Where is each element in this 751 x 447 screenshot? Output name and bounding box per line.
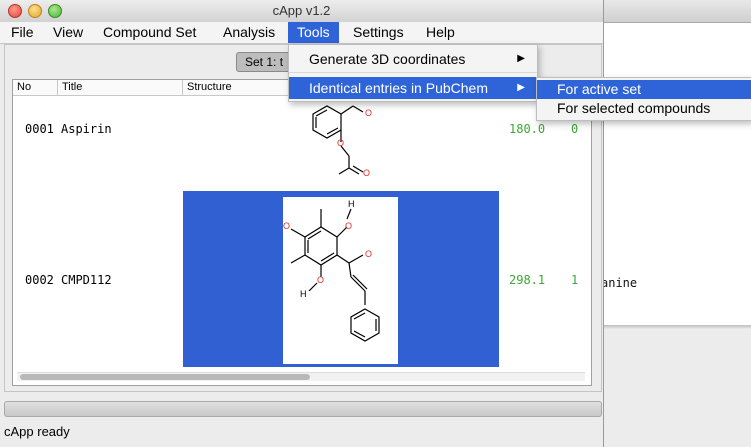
status-text: cApp ready bbox=[4, 424, 70, 439]
menu-bar: File View Compound Set Analysis Tools Se… bbox=[0, 22, 603, 44]
menu-item-for-selected-compounds[interactable]: For selected compounds bbox=[537, 99, 751, 118]
svg-text:O: O bbox=[365, 108, 372, 118]
tools-menu-dropdown: Generate 3D coordinates ▶ Identical entr… bbox=[288, 44, 538, 102]
row-number: 0002 bbox=[25, 273, 54, 287]
menu-tools[interactable]: Tools bbox=[288, 22, 339, 43]
scrollbar-thumb[interactable] bbox=[20, 374, 310, 380]
compound-table: No Title Structure 0001 Aspirin O O O 18… bbox=[12, 79, 592, 386]
menu-item-label: For selected compounds bbox=[557, 100, 711, 116]
window-title: cApp v1.2 bbox=[272, 3, 331, 18]
menu-item-identical-pubchem[interactable]: Identical entries in PubChem ▶ bbox=[289, 77, 537, 99]
svg-text:O: O bbox=[345, 221, 352, 231]
background-window-text: anine bbox=[601, 276, 638, 290]
row-title: CMPD112 bbox=[61, 273, 112, 287]
background-window: anine bbox=[596, 0, 751, 325]
horizontal-scrollbar[interactable] bbox=[17, 372, 585, 381]
svg-text:H: H bbox=[300, 289, 307, 299]
row-title: Aspirin bbox=[61, 122, 112, 136]
pubchem-submenu: For active set For selected compounds bbox=[536, 77, 751, 121]
menu-settings[interactable]: Settings bbox=[353, 22, 404, 43]
column-header-no[interactable]: No bbox=[13, 80, 58, 95]
row-value: 180.0 bbox=[509, 122, 546, 136]
svg-text:O: O bbox=[337, 138, 344, 148]
menu-view[interactable]: View bbox=[53, 22, 83, 43]
row-number: 0001 bbox=[25, 122, 54, 136]
menu-compound-set[interactable]: Compound Set bbox=[103, 22, 196, 43]
progress-bar bbox=[4, 401, 602, 417]
submenu-arrow-icon: ▶ bbox=[517, 82, 525, 93]
row-extra: 1 bbox=[571, 273, 579, 287]
column-header-title[interactable]: Title bbox=[58, 80, 183, 95]
svg-text:O: O bbox=[365, 249, 372, 259]
svg-text:O: O bbox=[363, 168, 370, 176]
menu-analysis[interactable]: Analysis bbox=[223, 22, 275, 43]
row-extra: 0 bbox=[571, 122, 579, 136]
menu-item-label: Identical entries in PubChem bbox=[309, 80, 488, 96]
menu-item-for-active-set[interactable]: For active set bbox=[537, 80, 751, 99]
menu-separator bbox=[289, 72, 537, 73]
submenu-arrow-icon: ▶ bbox=[517, 53, 525, 64]
row-value: 298.1 bbox=[509, 273, 546, 287]
menu-item-label: Generate 3D coordinates bbox=[309, 51, 466, 67]
svg-text:O: O bbox=[317, 275, 324, 285]
background-window-shadow bbox=[596, 325, 751, 329]
cmpd112-structure: O O H O O H bbox=[283, 197, 398, 364]
background-window-titlebar bbox=[597, 0, 751, 23]
menu-help[interactable]: Help bbox=[426, 22, 455, 43]
menu-item-label: For active set bbox=[557, 81, 642, 97]
svg-text:O: O bbox=[283, 221, 290, 231]
title-bar: cApp v1.2 bbox=[0, 0, 603, 23]
svg-text:H: H bbox=[348, 199, 355, 209]
menu-file[interactable]: File bbox=[11, 22, 34, 43]
aspirin-structure: O O O bbox=[312, 105, 372, 176]
menu-item-generate-3d[interactable]: Generate 3D coordinates ▶ bbox=[289, 48, 537, 70]
